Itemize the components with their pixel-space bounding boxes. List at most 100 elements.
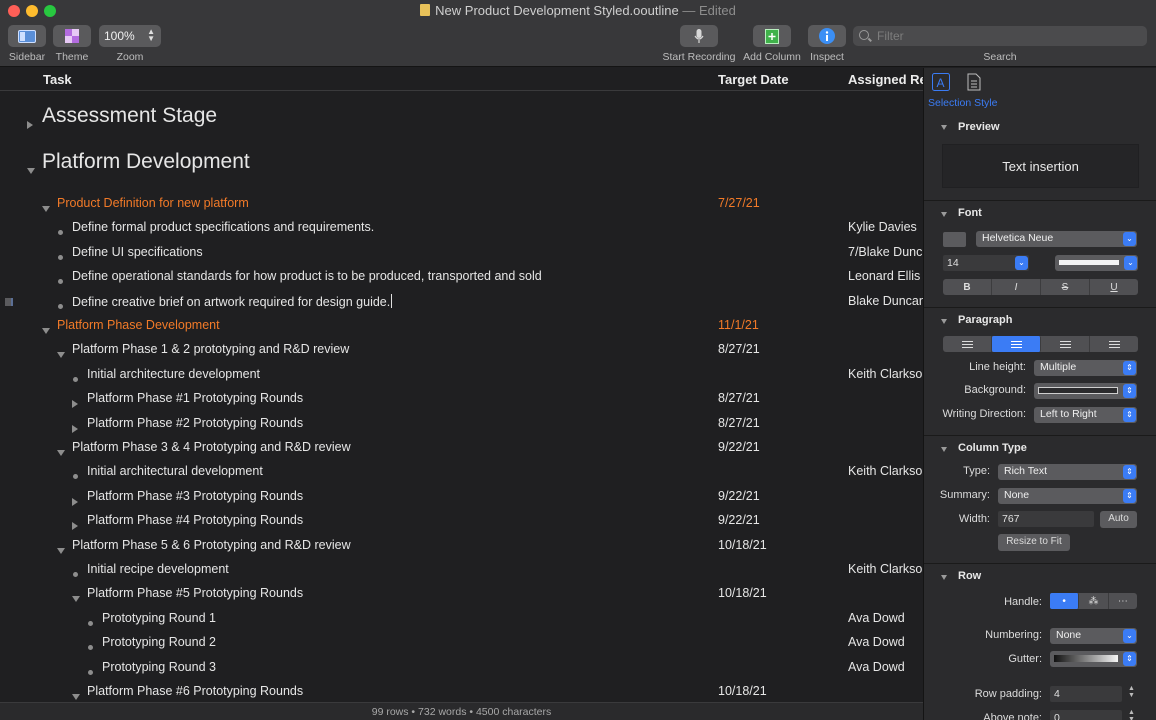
auto-width-button[interactable]: Auto <box>1100 511 1137 528</box>
target-date-cell[interactable]: 9/22/21 <box>718 440 760 454</box>
resize-to-fit-button[interactable]: Resize to Fit <box>998 534 1070 551</box>
task-cell[interactable]: Prototyping Round 3 <box>102 660 712 674</box>
add-column-button[interactable] <box>753 25 791 47</box>
task-cell[interactable]: Platform Phase Development <box>57 318 712 332</box>
disclosure-triangle-icon[interactable] <box>941 125 947 130</box>
task-cell[interactable]: Platform Phase #1 Prototyping Rounds <box>87 391 712 405</box>
strikethrough-button[interactable]: S <box>1041 279 1090 295</box>
disclosure-open-icon[interactable] <box>27 168 35 174</box>
assigned-cell[interactable]: 7/Blake Dunc <box>848 245 923 259</box>
outline-row[interactable]: Prototyping Round 2 Ava Dowd <box>0 635 923 659</box>
task-cell[interactable]: Prototyping Round 2 <box>102 635 712 649</box>
disclosure-triangle-icon[interactable] <box>941 575 947 580</box>
font-color-well[interactable] <box>943 232 966 247</box>
disclosure-closed-icon[interactable] <box>72 400 78 409</box>
numbering-select[interactable]: None ⌄ <box>1050 628 1137 644</box>
task-cell[interactable]: Platform Phase #3 Prototyping Rounds <box>87 489 712 503</box>
column-type-select[interactable]: Rich Text ⇕ <box>998 464 1137 480</box>
assigned-cell[interactable]: Ava Dowd <box>848 660 923 674</box>
writing-direction-select[interactable]: Left to Right ⇕ <box>1034 407 1137 423</box>
outline-row[interactable]: Initial architectural development Keith C… <box>0 464 923 488</box>
disclosure-closed-icon[interactable] <box>72 522 78 531</box>
assigned-cell[interactable]: Ava Dowd <box>848 611 923 625</box>
assigned-cell[interactable]: Keith Clarkso <box>848 562 923 576</box>
task-cell[interactable]: Platform Phase 5 & 6 Prototyping and R&D… <box>72 538 712 552</box>
underline-button[interactable]: U <box>1090 279 1138 295</box>
row-bullet-icon[interactable] <box>73 572 78 577</box>
target-date-cell[interactable]: 8/27/21 <box>718 391 760 405</box>
column-header-target-date[interactable]: Target Date <box>718 72 789 87</box>
row-padding-stepper-icon[interactable]: ▲ ▼ <box>1128 685 1135 699</box>
target-date-cell[interactable]: 11/1/21 <box>718 318 759 332</box>
handle-segmented-control[interactable]: • ⁂ ⋯ <box>1050 593 1137 609</box>
assigned-cell[interactable]: Leonard Ellis <box>848 269 923 283</box>
inspect-button[interactable] <box>808 25 846 47</box>
target-date-cell[interactable]: 10/18/21 <box>718 684 767 698</box>
column-header-assigned[interactable]: Assigned Re <box>848 72 923 87</box>
disclosure-triangle-icon[interactable] <box>941 447 947 452</box>
disclosure-open-icon[interactable] <box>57 352 65 359</box>
text-style-tab-icon[interactable]: A <box>932 73 950 91</box>
task-cell[interactable]: Define formal product specifications and… <box>72 220 712 234</box>
outline-view[interactable]: Task Target Date Assigned Re Assessment … <box>0 68 923 702</box>
assigned-cell[interactable]: Ava Dowd <box>848 635 923 649</box>
theme-button[interactable] <box>53 25 91 47</box>
outline-row[interactable]: Platform Phase Development 11/1/21 <box>0 318 923 342</box>
handle-bullet-button[interactable]: • <box>1050 593 1080 609</box>
align-center-button[interactable] <box>992 336 1041 352</box>
disclosure-closed-icon[interactable] <box>72 424 78 433</box>
font-size-field[interactable]: 14 ⌄ <box>943 255 1029 271</box>
task-cell[interactable]: Initial architecture development <box>87 367 712 381</box>
document-tab-icon[interactable] <box>965 73 983 91</box>
target-date-cell[interactable]: 9/22/21 <box>718 489 760 503</box>
task-cell[interactable]: Platform Phase 1 & 2 prototyping and R&D… <box>72 342 712 356</box>
sidebar-button[interactable] <box>8 25 46 47</box>
align-left-button[interactable] <box>943 336 992 352</box>
task-cell[interactable]: Platform Phase 3 & 4 Prototyping and R&D… <box>72 440 712 454</box>
alignment-segmented-control[interactable] <box>943 336 1138 352</box>
row-padding-field[interactable]: 4 <box>1050 686 1122 702</box>
target-date-cell[interactable]: 8/27/21 <box>718 416 760 430</box>
outline-row[interactable]: Platform Phase 1 & 2 prototyping and R&D… <box>0 342 923 366</box>
outline-row[interactable]: Define creative brief on artwork require… <box>0 293 923 318</box>
task-cell[interactable]: Platform Phase #2 Prototyping Rounds <box>87 416 712 430</box>
zoom-stepper[interactable]: 100% ▲ ▼ <box>99 25 161 47</box>
row-bullet-icon[interactable] <box>73 376 78 382</box>
task-cell[interactable]: Platform Development <box>42 150 712 174</box>
outline-row[interactable]: Platform Phase #1 Prototyping Rounds 8/27… <box>0 391 923 415</box>
row-bullet-icon[interactable] <box>88 645 93 651</box>
task-cell[interactable]: Define creative brief on artwork require… <box>72 293 712 309</box>
disclosure-open-icon[interactable] <box>57 450 65 456</box>
row-bullet-icon[interactable] <box>88 669 93 675</box>
disclosure-open-icon[interactable] <box>42 328 50 334</box>
align-right-button[interactable] <box>1041 336 1090 352</box>
outline-row[interactable]: Product Definition for new platform 7/27/… <box>0 196 923 220</box>
summary-select[interactable]: None ⇕ <box>998 488 1137 504</box>
outline-row[interactable]: Define operational standards for how pro… <box>0 269 923 293</box>
outline-row[interactable]: Platform Phase #6 Prototyping Rounds 10/1… <box>0 684 923 702</box>
task-cell[interactable]: Assessment Stage <box>42 104 712 128</box>
outline-row[interactable]: Initial architecture development Keith Cl… <box>0 367 923 391</box>
task-cell[interactable]: Product Definition for new platform <box>57 196 712 210</box>
task-cell[interactable]: Initial recipe development <box>87 562 712 576</box>
task-cell[interactable]: Platform Phase #5 Prototyping Rounds <box>87 586 712 600</box>
start-recording-button[interactable] <box>680 25 718 47</box>
assigned-cell[interactable]: Blake Duncan <box>848 294 923 308</box>
disclosure-triangle-icon[interactable] <box>941 319 947 324</box>
outline-row[interactable]: Platform Phase 5 & 6 Prototyping and R&D… <box>0 538 923 562</box>
assigned-cell[interactable]: Keith Clarkso <box>848 367 923 381</box>
outline-row[interactable]: Initial recipe development Keith Clarkso <box>0 562 923 586</box>
row-bullet-icon[interactable] <box>73 474 78 480</box>
target-date-cell[interactable]: 10/18/21 <box>718 538 767 552</box>
font-family-select[interactable]: Helvetica Neue ⌄ <box>976 231 1137 247</box>
outline-row[interactable]: Platform Phase #4 Prototyping Rounds 9/22… <box>0 513 923 537</box>
row-bullet-icon[interactable] <box>58 230 63 236</box>
font-color-swatch[interactable]: ⌄ <box>1055 255 1138 271</box>
outline-row[interactable]: Prototyping Round 3 Ava Dowd <box>0 660 923 684</box>
disclosure-triangle-icon[interactable] <box>941 212 947 217</box>
column-width-field[interactable]: 767 <box>998 511 1094 527</box>
disclosure-open-icon[interactable] <box>72 596 80 603</box>
task-cell[interactable]: Initial architectural development <box>87 464 712 478</box>
target-date-cell[interactable]: 8/27/21 <box>718 342 760 356</box>
above-note-stepper-icon[interactable]: ▲ ▼ <box>1128 709 1135 720</box>
